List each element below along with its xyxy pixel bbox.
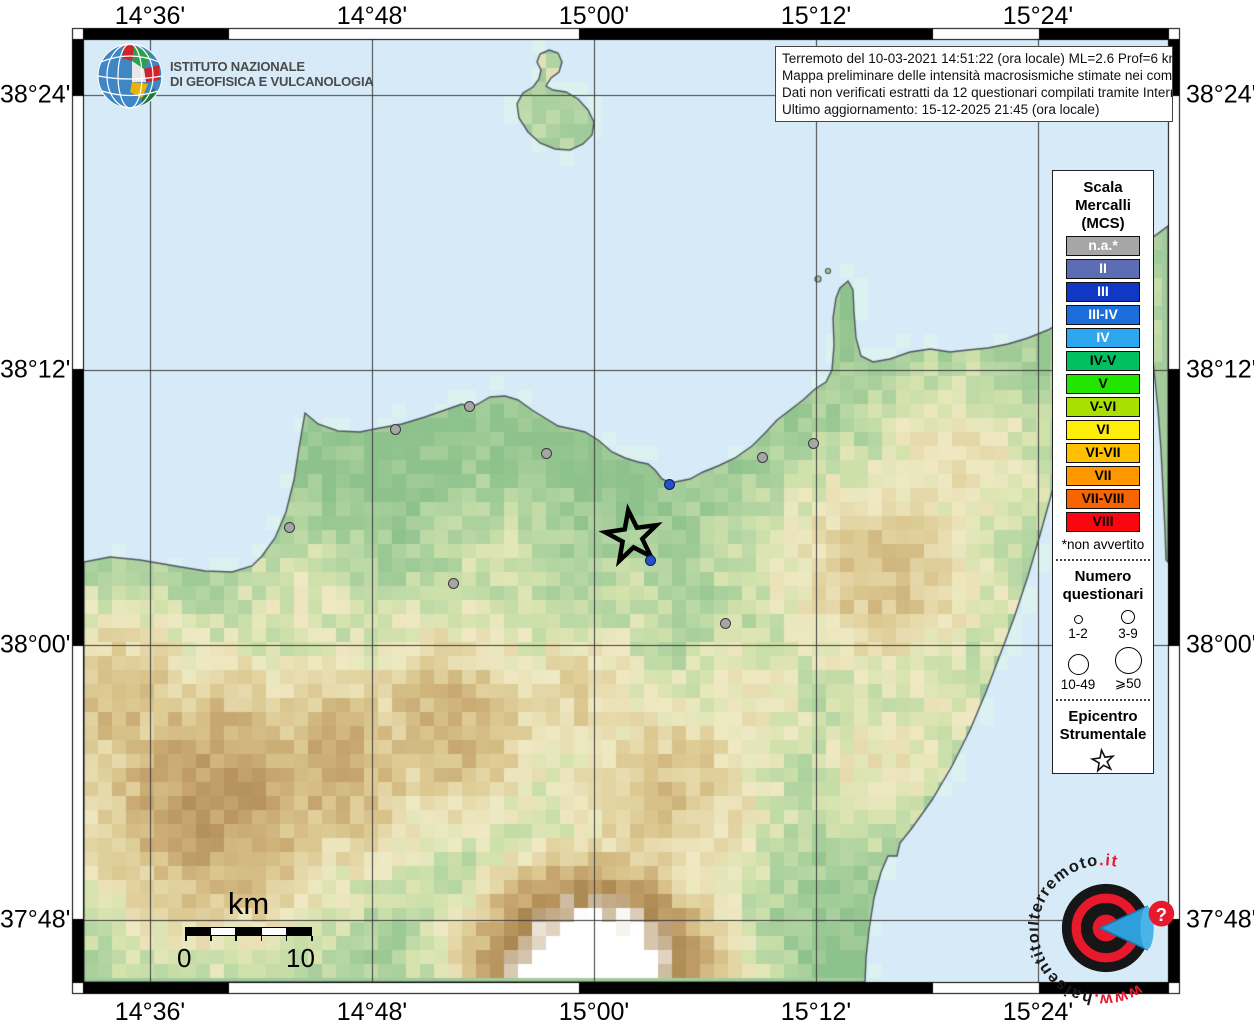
scalebar-segment <box>210 928 237 935</box>
axis-label-right-3: 37°48' <box>1186 905 1254 934</box>
ingv-globe-icon <box>97 43 163 109</box>
axis-label-bottom-0: 14°36' <box>114 998 186 1026</box>
questionnaires-title-line2: questionari <box>1062 586 1144 603</box>
ingv-logo-text: ISTITUTO NAZIONALE DI GEOFISICA E VULCAN… <box>170 59 374 89</box>
size-label-1-2: 1-2 <box>1068 626 1088 641</box>
mcs-swatch-n-a-: n.a.* <box>1066 236 1140 256</box>
axis-label-top-3: 15°12' <box>780 2 852 30</box>
watermark-question-mark: ? <box>1156 904 1167 925</box>
axis-label-top-1: 14°48' <box>336 2 408 30</box>
report-dot-felt <box>663 478 675 490</box>
report-dot-na <box>540 447 552 459</box>
scalebar-segment <box>236 928 261 935</box>
scalebar-end-label: 10 <box>286 943 315 973</box>
size-item-10-49: 10-49 <box>1053 654 1103 692</box>
epicenter-title-line2: Strumentale <box>1059 726 1147 743</box>
size-circle-3-9 <box>1121 610 1135 624</box>
report-dot-felt <box>644 554 656 566</box>
ingv-logo-line1: ISTITUTO NAZIONALE <box>170 59 305 74</box>
watermark-www: www. <box>1092 980 1146 1006</box>
report-dot-na <box>389 423 401 435</box>
epicenter-title-line1: Epicentro <box>1068 708 1138 725</box>
legend-divider-2 <box>1056 699 1150 701</box>
watermark-tld: .it <box>1099 851 1120 871</box>
size-item-1-2: 1-2 <box>1053 615 1103 641</box>
size-label-50: ⩾50 <box>1114 676 1142 691</box>
scalebar-segment <box>186 928 211 935</box>
mcs-swatch-iv-v: IV-V <box>1066 351 1140 371</box>
report-dot-na <box>447 577 459 589</box>
size-item-3-9: 3-9 <box>1103 610 1153 641</box>
earthquake-info-box: Terremoto del 10-03-2021 14:51:22 (ora l… <box>775 46 1173 122</box>
axis-label-bottom-2: 15°00' <box>558 998 630 1026</box>
info-line-event: Terremoto del 10-03-2021 14:51:22 (ora l… <box>782 51 1173 66</box>
mcs-swatch-v-vi: V-VI <box>1066 397 1140 417</box>
mcs-swatch-vii: VII <box>1066 466 1140 486</box>
axis-label-left-3: 37°48' <box>0 905 71 934</box>
info-line-data: Dati non verificati estratti da 12 quest… <box>782 85 1173 100</box>
axis-label-right-1: 38°12' <box>1186 355 1254 384</box>
haisentitoilterremoto-watermark: ? www.haisentitoilterremoto.it <box>1028 851 1175 1006</box>
legend-title-line1: Scala <box>1083 179 1123 196</box>
size-circle-50 <box>1114 647 1142 674</box>
report-dot-na <box>283 521 295 533</box>
axis-label-right-0: 38°24' <box>1186 80 1254 109</box>
scalebar-tick <box>210 936 212 941</box>
mcs-swatch-viii: VIII <box>1066 512 1140 532</box>
report-dot-na <box>807 437 819 449</box>
epicenter-star-icon <box>1090 748 1116 773</box>
legend-divider-1 <box>1056 559 1150 561</box>
mcs-swatch-ii: II <box>1066 259 1140 279</box>
mcs-swatch-v: V <box>1066 374 1140 394</box>
legend-footnote: *non avvertito <box>1061 537 1145 552</box>
epicenter-star-marker <box>598 503 663 568</box>
mcs-swatch-iii: III <box>1066 282 1140 302</box>
scalebar-unit: km <box>227 886 270 921</box>
size-circle-1-2 <box>1073 615 1083 624</box>
axis-label-left-2: 38°00' <box>0 630 71 659</box>
axis-label-top-0: 14°36' <box>114 2 186 30</box>
scalebar <box>185 927 312 936</box>
axis-label-left-1: 38°12' <box>0 355 71 384</box>
legend-panel: Scala Mercalli (MCS) n.a.* II III III-IV IV I… <box>1052 170 1154 774</box>
size-label-10-49: 10-49 <box>1060 677 1096 692</box>
info-line-map: Mappa preliminare delle intensità macros… <box>782 68 1173 83</box>
scalebar-tick <box>311 936 313 941</box>
legend-title-line3: (MCS) <box>1081 215 1125 232</box>
size-item-50: ⩾50 <box>1103 647 1153 692</box>
scalebar-tick <box>260 936 263 941</box>
ingv-logo-line2: DI GEOFISICA E VULCANOLOGIA <box>170 74 374 89</box>
report-dot-na <box>756 451 768 463</box>
size-circle-10-49 <box>1067 654 1089 675</box>
size-label-3-9: 3-9 <box>1118 626 1138 641</box>
scalebar-tick <box>185 936 187 941</box>
mcs-swatch-vi: VI <box>1066 420 1140 440</box>
info-line-update: Ultimo aggiornamento: 15-12-2025 21:45 (… <box>782 102 1100 117</box>
mcs-swatch-iii-iv: III-IV <box>1066 305 1140 325</box>
scalebar-tick <box>235 936 237 941</box>
mcs-swatch-vii-viii: VII-VIII <box>1066 489 1140 509</box>
axis-label-bottom-1: 14°48' <box>336 998 408 1026</box>
scalebar-start-label: 0 <box>177 943 192 973</box>
axis-label-bottom-3: 15°12' <box>780 998 852 1026</box>
mcs-swatch-iv: IV <box>1066 328 1140 348</box>
legend-title-line2: Mercalli <box>1075 197 1131 214</box>
axis-label-right-2: 38°00' <box>1186 630 1254 659</box>
questionnaires-title-line1: Numero <box>1074 568 1132 585</box>
report-dot-na <box>463 400 475 412</box>
mcs-swatches: n.a.* II III III-IV IV IV-V V V-VI VI VI-VII VII VI… <box>1053 236 1153 532</box>
mcs-swatch-vi-vii: VI-VII <box>1066 443 1140 463</box>
scalebar-segment <box>260 928 287 935</box>
scalebar-tick <box>285 936 288 941</box>
report-dot-na <box>719 617 731 629</box>
scalebar-segment <box>286 928 312 935</box>
axis-label-left-0: 38°24' <box>0 80 71 109</box>
axis-label-top-4: 15°24' <box>1002 2 1074 30</box>
axis-label-top-2: 15°00' <box>558 2 630 30</box>
